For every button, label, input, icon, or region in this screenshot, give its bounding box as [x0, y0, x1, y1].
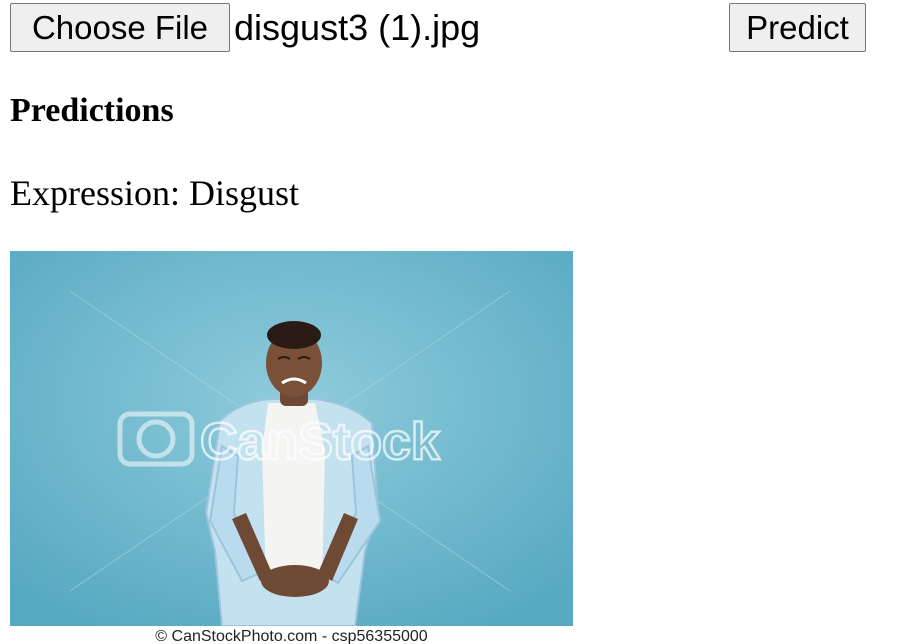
choose-file-button[interactable]: Choose File: [10, 3, 230, 52]
watermark-text: CanStock: [200, 413, 440, 471]
image-credit: © CanStockPhoto.com - csp56355000: [155, 628, 428, 644]
uploaded-image: CanStock © CanStockPhoto.com - csp563550…: [10, 251, 573, 644]
predictions-heading: Predictions: [10, 92, 174, 129]
person-hands: [261, 565, 329, 597]
expression-result: Expression: Disgust: [10, 173, 300, 213]
person-hair: [267, 321, 321, 349]
photo-illustration: CanStock: [10, 251, 573, 626]
selected-file-name: disgust3 (1).jpg: [234, 7, 481, 48]
predict-button[interactable]: Predict: [729, 3, 866, 52]
